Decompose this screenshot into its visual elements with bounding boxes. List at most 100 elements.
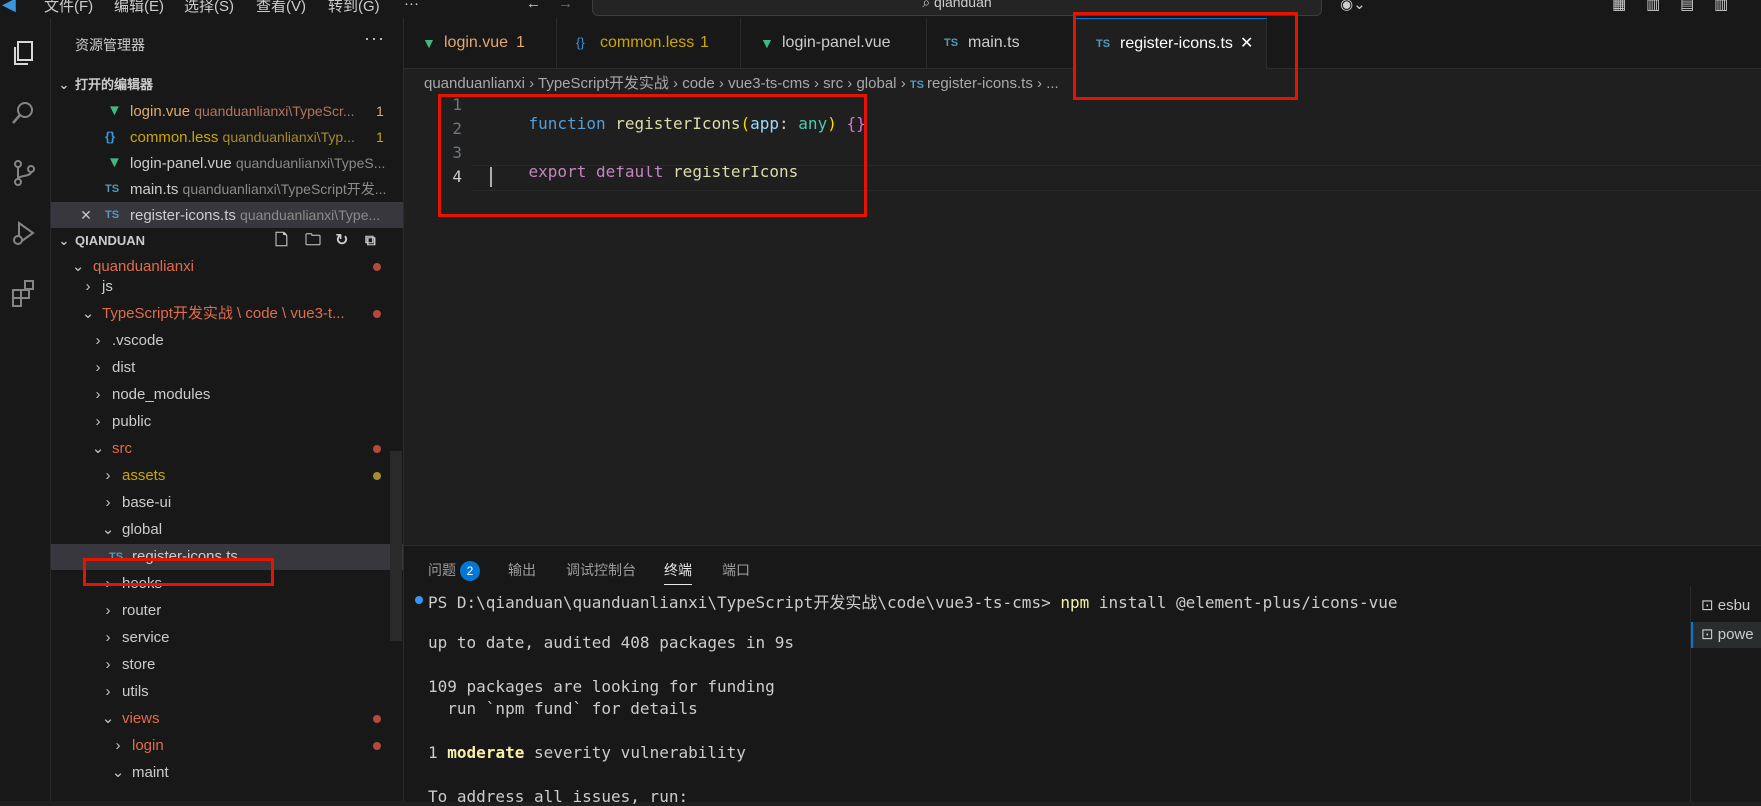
open-editor-item[interactable]: {} common.less quanduanlianxi\Typ... 1: [51, 124, 403, 150]
current-line-highlight: [472, 165, 1761, 191]
tree-folder[interactable]: › utils: [51, 679, 403, 705]
tree-folder[interactable]: › js: [51, 276, 403, 298]
tree-folder[interactable]: › hooks: [51, 571, 403, 597]
param: app: [750, 114, 780, 133]
tree-folder[interactable]: › dist: [51, 355, 403, 381]
problem-count: 1: [376, 103, 384, 119]
tree-folder[interactable]: ⌄ TypeScript开发实战 \ code \ vue3-t...: [51, 301, 403, 327]
breadcrumb-item[interactable]: ...: [1046, 75, 1059, 92]
run-debug-icon[interactable]: [7, 216, 41, 250]
breadcrumb-item[interactable]: vue3-ts-cms: [728, 75, 810, 92]
chevron-down-icon: ⌄: [58, 77, 70, 92]
vuln-count: 1: [428, 743, 438, 762]
open-editor-item[interactable]: ▼ login-panel.vue quanduanlianxi\TypeS..…: [51, 150, 403, 176]
vscode-logo-icon: ◀: [2, 0, 16, 14]
toggle-secondary-sidebar-icon[interactable]: ▥: [1714, 0, 1728, 13]
extensions-icon[interactable]: [7, 276, 41, 310]
tree-folder[interactable]: › base-ui: [51, 490, 403, 516]
tab-common-less[interactable]: {} common.less 1: [556, 18, 741, 68]
open-editors-header[interactable]: ⌄ 打开的编辑器: [51, 72, 403, 98]
explorer-icon[interactable]: [7, 36, 41, 70]
menu-view[interactable]: 查看(V): [256, 0, 306, 16]
chevron-down-icon: ⌄: [101, 710, 115, 727]
back-arrow-icon[interactable]: ←: [526, 0, 541, 12]
toggle-panel-icon[interactable]: ▤: [1680, 0, 1694, 13]
command-args: install @element-plus/icons-vue: [1098, 593, 1398, 612]
tab-login-vue[interactable]: ▼ login.vue 1: [404, 18, 557, 68]
vue-file-icon: ▼: [107, 154, 122, 171]
terminal-list-item[interactable]: ⊡ esbu: [1701, 596, 1750, 614]
terminal-list-item-active[interactable]: ⊡ powe: [1691, 622, 1761, 648]
close-icon[interactable]: ✕: [79, 202, 93, 228]
tab-ports[interactable]: 端口: [722, 560, 750, 580]
chevron-right-icon: ›: [115, 737, 121, 754]
tree-folder[interactable]: › service: [51, 625, 403, 651]
chevron-right-icon: ›: [718, 75, 729, 92]
sidebar-scrollbar[interactable]: [390, 451, 402, 641]
close-tab-icon[interactable]: ✕: [1240, 19, 1253, 69]
menu-more[interactable]: ···: [404, 0, 419, 12]
forward-arrow-icon[interactable]: →: [558, 0, 573, 12]
tree-file-selected[interactable]: TS register-icons.ts: [51, 544, 403, 570]
chevron-right-icon: ›: [105, 656, 111, 673]
paren: ): [827, 114, 837, 133]
open-editor-item[interactable]: TS main.ts quanduanlianxi\TypeScript开发..…: [51, 176, 403, 202]
more-actions-icon[interactable]: ···: [364, 28, 385, 49]
breadcrumb-item[interactable]: code: [682, 75, 715, 92]
breadcrumb-item[interactable]: TypeScript开发实战: [538, 75, 669, 92]
terminal-output[interactable]: PS D:\qianduan\quanduanlianxi\TypeScript…: [415, 589, 1398, 806]
file-path: quanduanlianxi\TypeS...: [235, 155, 386, 171]
tab-login-panel-vue[interactable]: ▼ login-panel.vue: [740, 18, 927, 68]
tab-terminal[interactable]: 终端: [664, 560, 692, 585]
menu-selection[interactable]: 选择(S): [184, 0, 234, 16]
menu-go[interactable]: 转到(G): [328, 0, 380, 16]
tree-folder[interactable]: ⌄ views: [51, 706, 403, 732]
chevron-down-icon: ⌄: [81, 305, 95, 322]
breadcrumb-item[interactable]: global: [856, 75, 896, 92]
tab-register-icons-ts[interactable]: TS register-icons.ts ✕: [1076, 18, 1267, 69]
tree-folder[interactable]: › assets: [51, 463, 403, 489]
file-name: login-panel.vue: [130, 155, 232, 172]
collapse-all-icon[interactable]: ⧉: [365, 228, 376, 254]
open-editor-item[interactable]: ▼ login.vue quanduanlianxi\TypeScr... 1: [51, 98, 403, 124]
tree-folder[interactable]: ⌄ src: [51, 436, 403, 462]
breadcrumb-item[interactable]: register-icons.ts: [927, 75, 1033, 92]
ts-file-icon: TS: [909, 79, 927, 91]
breadcrumb-item[interactable]: src: [823, 75, 843, 92]
menu-file[interactable]: 文件(F): [44, 0, 93, 16]
line-number: 2: [452, 119, 462, 138]
open-editor-item-active[interactable]: ✕ TS register-icons.ts quanduanlianxi\Ty…: [51, 202, 403, 228]
chevron-right-icon: ›: [1037, 75, 1047, 92]
tree-folder[interactable]: ⌄ maint: [51, 760, 403, 786]
menu-edit[interactable]: 编辑(E): [114, 0, 164, 16]
tree-folder[interactable]: › router: [51, 598, 403, 624]
braces-file-icon: {}: [105, 129, 116, 144]
tab-main-ts[interactable]: TS main.ts: [926, 18, 1077, 68]
command-center-search[interactable]: ⌕ qianduan: [592, 0, 1322, 16]
breadcrumb-item[interactable]: quanduanlianxi: [424, 75, 525, 92]
tree-folder[interactable]: › store: [51, 652, 403, 678]
tab-problems[interactable]: 问题 2: [428, 560, 480, 581]
customize-layout-icon[interactable]: ▦: [1612, 0, 1626, 13]
source-control-icon[interactable]: [7, 156, 41, 190]
tree-folder[interactable]: › login: [51, 733, 403, 759]
tree-folder[interactable]: › node_modules: [51, 382, 403, 408]
tree-folder[interactable]: › public: [51, 409, 403, 435]
ts-file-icon: TS: [1096, 38, 1111, 50]
chevron-down-icon: ⌄: [91, 440, 105, 457]
new-file-icon[interactable]: 🗋: [275, 228, 288, 254]
search-icon[interactable]: [7, 96, 41, 130]
new-folder-icon[interactable]: 🗀: [305, 228, 321, 254]
copilot-icon[interactable]: ◉⌄: [1340, 0, 1366, 13]
chevron-right-icon: ›: [95, 332, 101, 349]
modified-dot: [373, 742, 381, 750]
tree-folder[interactable]: ⌄ global: [51, 517, 403, 543]
file-path: quanduanlianxi\TypeScript开发...: [182, 181, 387, 197]
folder-section-header[interactable]: ⌄ QIANDUAN 🗋 🗀 ↻ ⧉: [51, 228, 403, 254]
toggle-sidebar-icon[interactable]: ▥: [1646, 0, 1660, 13]
tab-output[interactable]: 输出: [508, 560, 536, 580]
tree-folder[interactable]: › .vscode: [51, 328, 403, 354]
explorer-sidebar: 资源管理器 ··· ⌄ 打开的编辑器 ▼ login.vue quanduanl…: [51, 18, 404, 801]
refresh-icon[interactable]: ↻: [335, 228, 348, 254]
tab-debug-console[interactable]: 调试控制台: [566, 560, 636, 580]
